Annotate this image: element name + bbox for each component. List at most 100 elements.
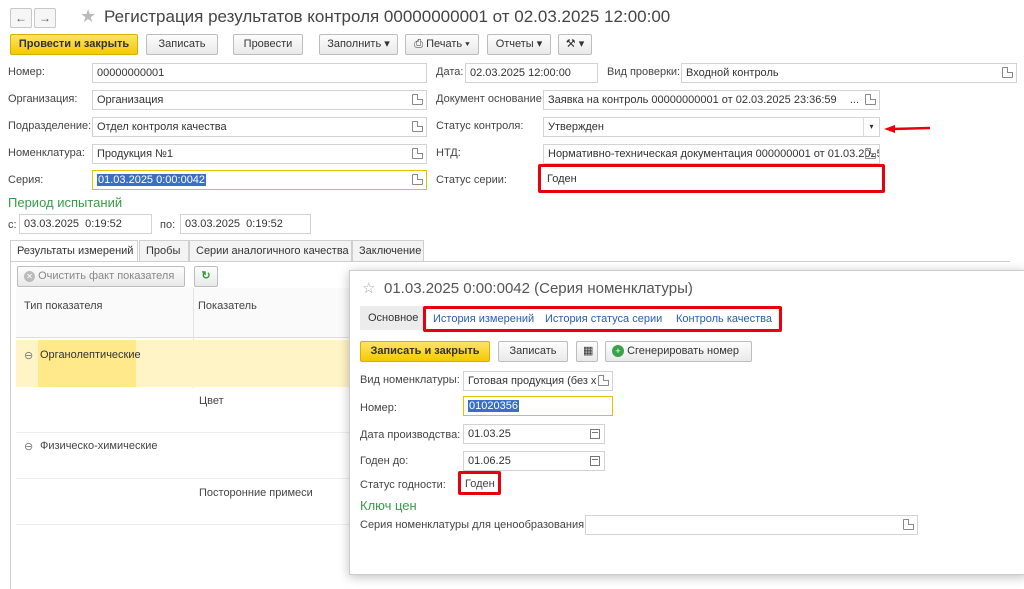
refresh-button[interactable]: ↻ (194, 266, 218, 287)
tab-panel-border (10, 261, 1010, 262)
calendar-icon[interactable] (590, 429, 600, 439)
tab-similar-series[interactable]: Серии аналогичного качества (189, 240, 352, 261)
save-button[interactable]: Записать (146, 34, 218, 55)
print-dropdown[interactable]: ⎙ Печать ▾ (405, 34, 479, 55)
nomenclature-label: Номенклатура: (8, 147, 85, 159)
calendar-icon[interactable] (590, 456, 600, 466)
forward-button[interactable]: → (34, 8, 56, 28)
control-status-label: Статус контроля: (436, 120, 524, 132)
period-to-value: 03.03.2025 0:19:52 (185, 218, 283, 230)
popup-calculator-button[interactable]: ▦ (576, 341, 598, 362)
series-field[interactable]: 01.03.2025 0:00:0042 (92, 170, 427, 190)
open-icon[interactable] (412, 148, 423, 159)
dept-field[interactable]: Отдел контроля качества (92, 117, 427, 137)
back-button[interactable]: ← (10, 8, 32, 28)
print-label: Печать (426, 38, 463, 50)
nomenclature-value: Продукция №1 (97, 148, 174, 160)
check-type-field[interactable]: Входной контроль (681, 63, 1017, 83)
printer-icon: ⎙ (414, 38, 423, 50)
row-type-cell: Органолептические (40, 349, 141, 361)
series-value: 01.03.2025 0:00:0042 (97, 174, 207, 186)
post-and-close-button[interactable]: Провести и закрыть (10, 34, 138, 55)
red-arrow-icon (884, 124, 932, 133)
popup-kind-value: Готовая продукция (без х (468, 375, 597, 387)
generate-icon: + (612, 345, 624, 357)
tab-samples[interactable]: Пробы (139, 240, 189, 261)
table-row[interactable] (16, 340, 356, 387)
selected-cell (38, 340, 136, 387)
clear-fact-button[interactable]: ✕ Очистить факт показателя (17, 266, 185, 287)
clear-icon: ✕ (24, 271, 35, 282)
open-icon[interactable] (412, 174, 423, 185)
tab-conclusion[interactable]: Заключение (352, 240, 424, 261)
date-value: 02.03.2025 12:00:00 (470, 67, 571, 79)
series-label: Серия: (8, 174, 44, 186)
col-indicator-header[interactable]: Показатель (198, 300, 257, 312)
popup-tab-main[interactable]: Основное (360, 306, 427, 330)
fill-dropdown[interactable]: Заполнить ▾ (319, 34, 398, 55)
period-title: Период испытаний (8, 195, 123, 210)
period-to-field[interactable]: 03.03.2025 0:19:52 (180, 214, 311, 234)
tab-results[interactable]: Результаты измерений (10, 240, 138, 261)
org-field[interactable]: Организация (92, 90, 427, 110)
clear-fact-label: Очистить факт показателя (38, 270, 175, 282)
popup-number-field[interactable]: 01020356 (463, 396, 613, 416)
popup-number-label: Номер: (360, 402, 397, 414)
base-doc-value: Заявка на контроль 00000000001 от 02.03.… (548, 94, 837, 106)
open-icon[interactable] (1002, 67, 1013, 78)
popup-prod-date-field[interactable]: 01.03.25 (463, 424, 605, 444)
number-value: 00000000001 (97, 67, 165, 79)
popup-valid-field[interactable]: 01.06.25 (463, 451, 605, 471)
open-icon[interactable] (903, 519, 914, 530)
dept-label: Подразделение: (8, 120, 92, 132)
base-doc-label: Документ основание: (436, 93, 545, 105)
collapse-icon[interactable]: ⊖ (24, 440, 33, 453)
open-icon[interactable] (865, 94, 876, 105)
chevron-down-icon[interactable]: ▾ (863, 118, 879, 136)
tools-dropdown[interactable]: ⚒ ▾ (558, 34, 592, 55)
popup-valid-value: 01.06.25 (468, 455, 511, 467)
number-label: Номер: (8, 66, 45, 78)
reports-dropdown[interactable]: Отчеты ▾ (487, 34, 551, 55)
nomenclature-field[interactable]: Продукция №1 (92, 144, 427, 164)
generate-number-button[interactable]: + Сгенерировать номер (605, 341, 752, 362)
popup-kind-field[interactable]: Готовая продукция (без х (463, 371, 613, 391)
reports-label: Отчеты (495, 38, 534, 50)
calculator-icon: ▦ (583, 345, 594, 357)
popup-valid-label: Годен до: (360, 455, 409, 467)
favorite-star-icon[interactable]: ★ (80, 6, 96, 27)
chevron-down-icon: ▾ (578, 38, 585, 50)
period-from-field[interactable]: 03.03.2025 0:19:52 (19, 214, 152, 234)
generate-number-label: Сгенерировать номер (627, 345, 739, 357)
control-status-select[interactable]: Утвержден ▾ (543, 117, 880, 137)
ntd-field[interactable]: Нормативно-техническая документация 0000… (543, 144, 880, 164)
number-field[interactable]: 00000000001 (92, 63, 427, 83)
row-type-cell: Физическо-химические (40, 440, 158, 452)
price-series-field[interactable] (585, 515, 918, 535)
row-divider (16, 478, 356, 479)
row-indicator-cell: Цвет (199, 395, 224, 407)
date-field[interactable]: 02.03.2025 12:00:00 (465, 63, 598, 83)
popup-save-close-button[interactable]: Записать и закрыть (360, 341, 490, 362)
col-type-header[interactable]: Тип показателя (24, 300, 102, 312)
org-value: Организация (97, 94, 164, 106)
popup-prod-date-label: Дата производства: (360, 429, 461, 441)
window-title: Регистрация результатов контроля 0000000… (104, 7, 671, 26)
dept-value: Отдел контроля качества (97, 121, 227, 133)
open-icon[interactable] (865, 148, 876, 159)
popup-kind-label: Вид номенклатуры: (360, 374, 460, 386)
base-doc-field[interactable]: Заявка на контроль 00000000001 от 02.03.… (543, 90, 880, 110)
open-icon[interactable] (412, 121, 423, 132)
open-icon[interactable] (412, 94, 423, 105)
row-indicator-cell: Посторонние примеси (199, 487, 313, 499)
ellipsis-icon[interactable]: ... (850, 91, 859, 109)
open-icon[interactable] (598, 375, 609, 386)
popup-number-value: 01020356 (468, 400, 519, 412)
series-popup: ☆ 01.03.2025 0:00:0042 (Серия номенклату… (349, 270, 1024, 575)
post-button[interactable]: Провести (233, 34, 303, 55)
popup-save-button[interactable]: Записать (498, 341, 568, 362)
collapse-icon[interactable]: ⊖ (24, 349, 33, 362)
check-type-value: Входной контроль (686, 67, 779, 79)
popup-star-icon[interactable]: ☆ (362, 279, 375, 297)
price-key-title: Ключ цен (360, 498, 417, 513)
